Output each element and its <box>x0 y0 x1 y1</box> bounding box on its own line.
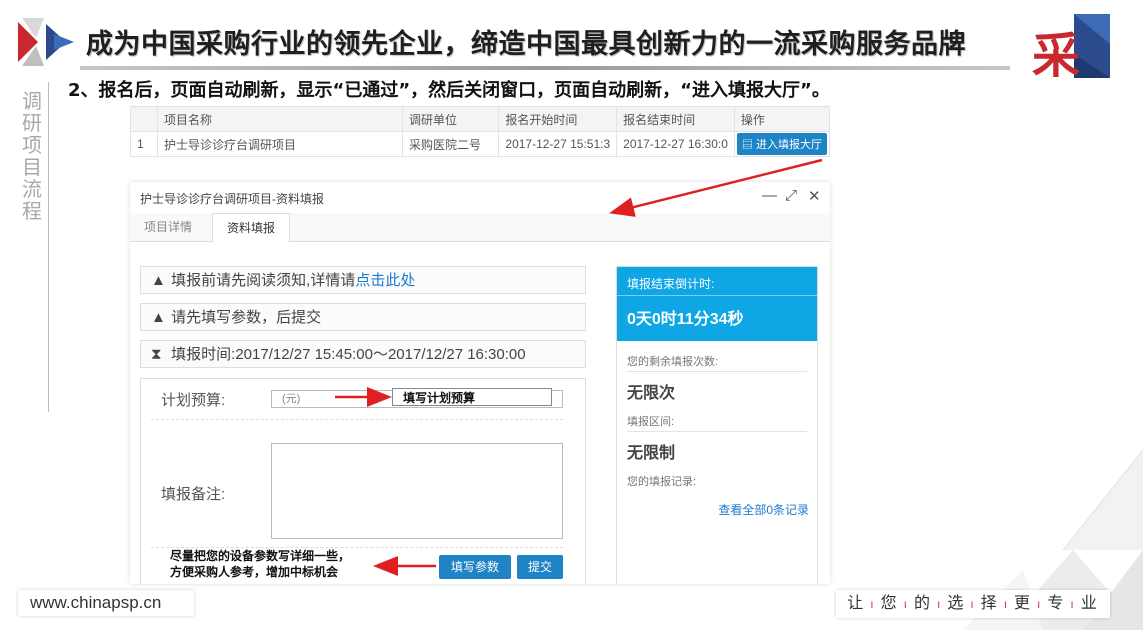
slide-title: 成为中国采购行业的领先企业，缔造中国最具创新力的一流采购服务品牌 <box>86 29 966 60</box>
header-divider <box>80 66 1010 70</box>
notice-text: 填报前请先阅读须知,详情请 <box>171 272 356 289</box>
countdown-label: 填报结束倒计时: <box>627 277 715 291</box>
enter-hall-label: 进入填报大厅 <box>755 139 822 151</box>
row-unit: 采购医院二号 <box>402 131 500 157</box>
row-index: 1 <box>129 131 159 157</box>
slogan-char: 的 <box>913 595 932 612</box>
side-label-char: 调 <box>22 89 42 113</box>
footer-slogan: 让ı您ı的ı选ı择ı更ı专ı业 <box>836 590 1110 618</box>
status-panel: 填报结束倒计时: 0天0时11分34秒 您的剩余填报次数: 无限次 填报区间: … <box>616 266 818 584</box>
warning-icon: ▲ <box>151 272 166 289</box>
interval-value: 无限制 <box>627 445 676 462</box>
maximize-icon[interactable]: ⤢ <box>785 187 797 204</box>
notice-text: 请先填写参数，后提交 <box>171 309 322 326</box>
interval-label: 填报区间: <box>627 416 675 428</box>
side-label-char: 项 <box>22 133 42 157</box>
remaining-value: 无限次 <box>627 385 676 402</box>
countdown-divider <box>617 295 817 296</box>
fill-report-dialog: 护士导诊诊疗台调研项目-资料填报 — ⤢ ✕ 项目详情 资料填报 ▲ 填报前请先… <box>130 182 830 584</box>
col-header-name: 项目名称 <box>157 106 404 132</box>
company-logo-right: 采 <box>1030 14 1110 84</box>
slogan-char: 选 <box>947 595 966 612</box>
dialog-tabs: 项目详情 资料填报 <box>130 213 830 243</box>
side-label-char: 程 <box>22 199 42 223</box>
submit-button[interactable]: 提交 <box>517 555 563 579</box>
minimize-icon[interactable]: — <box>762 187 777 204</box>
row-start-time: 2017-12-27 15:51:3 <box>498 131 618 157</box>
dialog-header: 护士导诊诊疗台调研项目-资料填报 — ⤢ ✕ <box>130 182 830 212</box>
company-logo-left <box>18 18 74 66</box>
budget-label: 计划预算: <box>161 392 226 409</box>
notice-text: 填报时间:2017/12/27 15:45:00～2017/12/27 16:3… <box>171 346 526 363</box>
side-label-char: 目 <box>22 155 42 179</box>
document-icon: ▤ <box>741 139 753 151</box>
enter-hall-button[interactable]: ▤ 进入填报大厅 <box>736 133 827 155</box>
panel-divider <box>627 371 807 372</box>
notice-fill-time: ⧗ 填报时间:2017/12/27 15:45:00～2017/12/27 16… <box>140 340 586 368</box>
params-annotation: 尽量把您的设备参数写详细一些， 方便采购人参考，增加中标机会 <box>170 548 350 580</box>
remarks-label: 填报备注: <box>161 486 226 503</box>
records-label: 您的填报记录: <box>627 476 697 488</box>
hourglass-icon: ⧗ <box>151 346 162 363</box>
col-header-unit: 调研单位 <box>402 106 500 132</box>
row-end-time: 2017-12-27 16:30:0 <box>616 131 735 157</box>
params-annotation-line: 尽量把您的设备参数写详细一些， <box>170 549 351 563</box>
warning-icon: ▲ <box>151 309 166 326</box>
row-project-name: 护士导诊诊疗台调研项目 <box>157 131 404 157</box>
close-icon[interactable]: ✕ <box>808 187 821 205</box>
col-header-end: 报名结束时间 <box>616 106 735 132</box>
tab-fill-report[interactable]: 资料填报 <box>212 213 291 243</box>
view-records-link[interactable]: 查看全部0条记录 <box>718 501 809 518</box>
side-section-label: 调 研 项 目 流 程 <box>20 90 44 222</box>
slogan-char: 择 <box>980 595 999 612</box>
footer-website: www.chinapsp.cn <box>18 590 194 616</box>
table-row: 1 护士导诊诊疗台调研项目 采购医院二号 2017-12-27 15:51:3 … <box>129 131 831 157</box>
slogan-char: 更 <box>1014 595 1033 612</box>
row-action-cell: ▤ 进入填报大厅 <box>733 131 831 157</box>
dialog-title: 护士导诊诊疗台调研项目-资料填报 <box>140 192 324 206</box>
col-header-index <box>129 106 159 132</box>
slogan-char: 业 <box>1080 595 1099 612</box>
col-header-action: 操作 <box>733 106 831 132</box>
step-description: 2、报名后，页面自动刷新，显示“已通过”，然后关闭窗口，页面自动刷新，“进入填报… <box>68 80 830 101</box>
slogan-char: 专 <box>1047 595 1066 612</box>
slogan-char: 让 <box>847 595 866 612</box>
side-label-char: 研 <box>22 111 42 135</box>
budget-annotation: 填写计划预算 <box>392 388 552 406</box>
project-table: 项目名称 调研单位 报名开始时间 报名结束时间 操作 1 护士导诊诊疗台调研项目… <box>129 106 831 157</box>
params-annotation-line: 方便采购人参考，增加中标机会 <box>170 565 339 579</box>
panel-divider <box>627 431 807 432</box>
slogan-char: 您 <box>880 595 899 612</box>
form-divider <box>151 419 563 420</box>
remaining-label: 您的剩余填报次数: <box>627 356 719 368</box>
logo-char: 采 <box>1032 28 1081 84</box>
countdown-header: 填报结束倒计时: 0天0时11分34秒 <box>617 267 817 341</box>
side-divider <box>48 82 49 412</box>
countdown-value: 0天0时11分34秒 <box>627 311 744 328</box>
notice-fill-params: ▲ 请先填写参数，后提交 <box>140 303 586 331</box>
click-here-link[interactable]: 点击此处 <box>355 272 415 289</box>
tab-project-details[interactable]: 项目详情 <box>130 213 206 241</box>
notice-read-instructions: ▲ 填报前请先阅读须知,详情请点击此处 <box>140 266 586 294</box>
remarks-textarea[interactable] <box>271 443 563 539</box>
fill-params-button[interactable]: 填写参数 <box>439 555 511 579</box>
table-header-row: 项目名称 调研单位 报名开始时间 报名结束时间 操作 <box>129 106 831 132</box>
col-header-start: 报名开始时间 <box>498 106 618 132</box>
side-label-char: 流 <box>22 177 42 201</box>
